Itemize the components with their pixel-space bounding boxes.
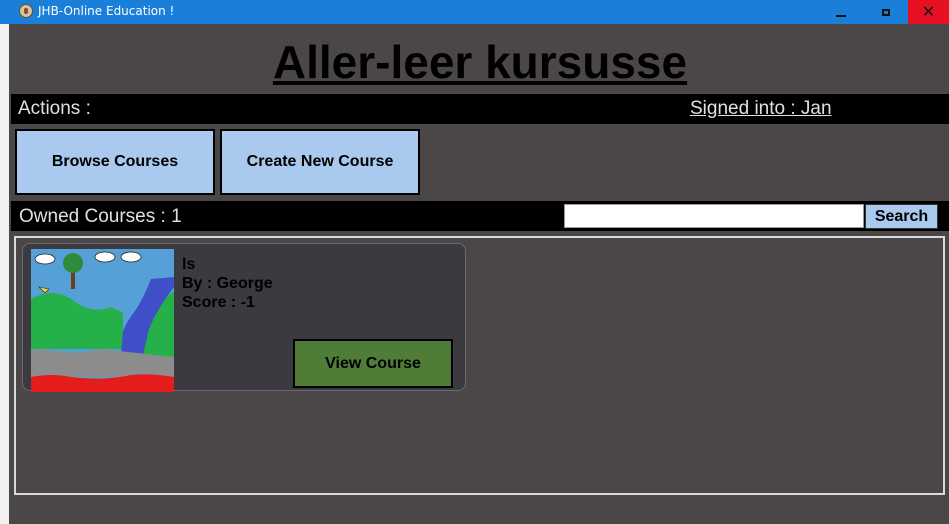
search-button[interactable]: Search [865,204,938,229]
course-score: Score : -1 [182,294,255,311]
minimize-button[interactable] [823,0,858,24]
window-titlebar: JHB-Online Education ! ✕ [0,0,949,24]
close-button[interactable]: ✕ [908,0,949,24]
course-author: By : George [182,275,273,292]
window-title: JHB-Online Education ! [38,4,175,18]
actions-bar: Actions : Signed into : Jan [11,94,949,124]
maximize-button[interactable] [868,0,903,24]
courses-panel: ls By : George Score : -1 View Course [14,236,945,495]
browse-courses-button[interactable]: Browse Courses [15,129,215,195]
search-input[interactable] [564,204,864,228]
maximize-icon [881,8,890,16]
course-card: ls By : George Score : -1 View Course [22,243,466,392]
page-title: Aller-leer kursusse [272,36,688,88]
owned-courses-label: Owned Courses : 1 [19,206,182,227]
minimize-icon [835,15,846,17]
window-edge [0,24,9,524]
view-course-button[interactable]: View Course [293,339,453,388]
app-icon [19,4,33,18]
course-meta: ls By : George Score : -1 [182,255,273,312]
signed-in-link[interactable]: Signed into : Jan [690,98,832,120]
actions-label: Actions : [18,98,91,119]
course-thumbnail-image [31,249,174,392]
owned-courses-bar: Owned Courses : 1 Search [11,201,949,231]
course-title: ls [182,256,196,273]
create-new-course-button[interactable]: Create New Course [220,129,420,195]
close-icon: ✕ [921,2,936,21]
